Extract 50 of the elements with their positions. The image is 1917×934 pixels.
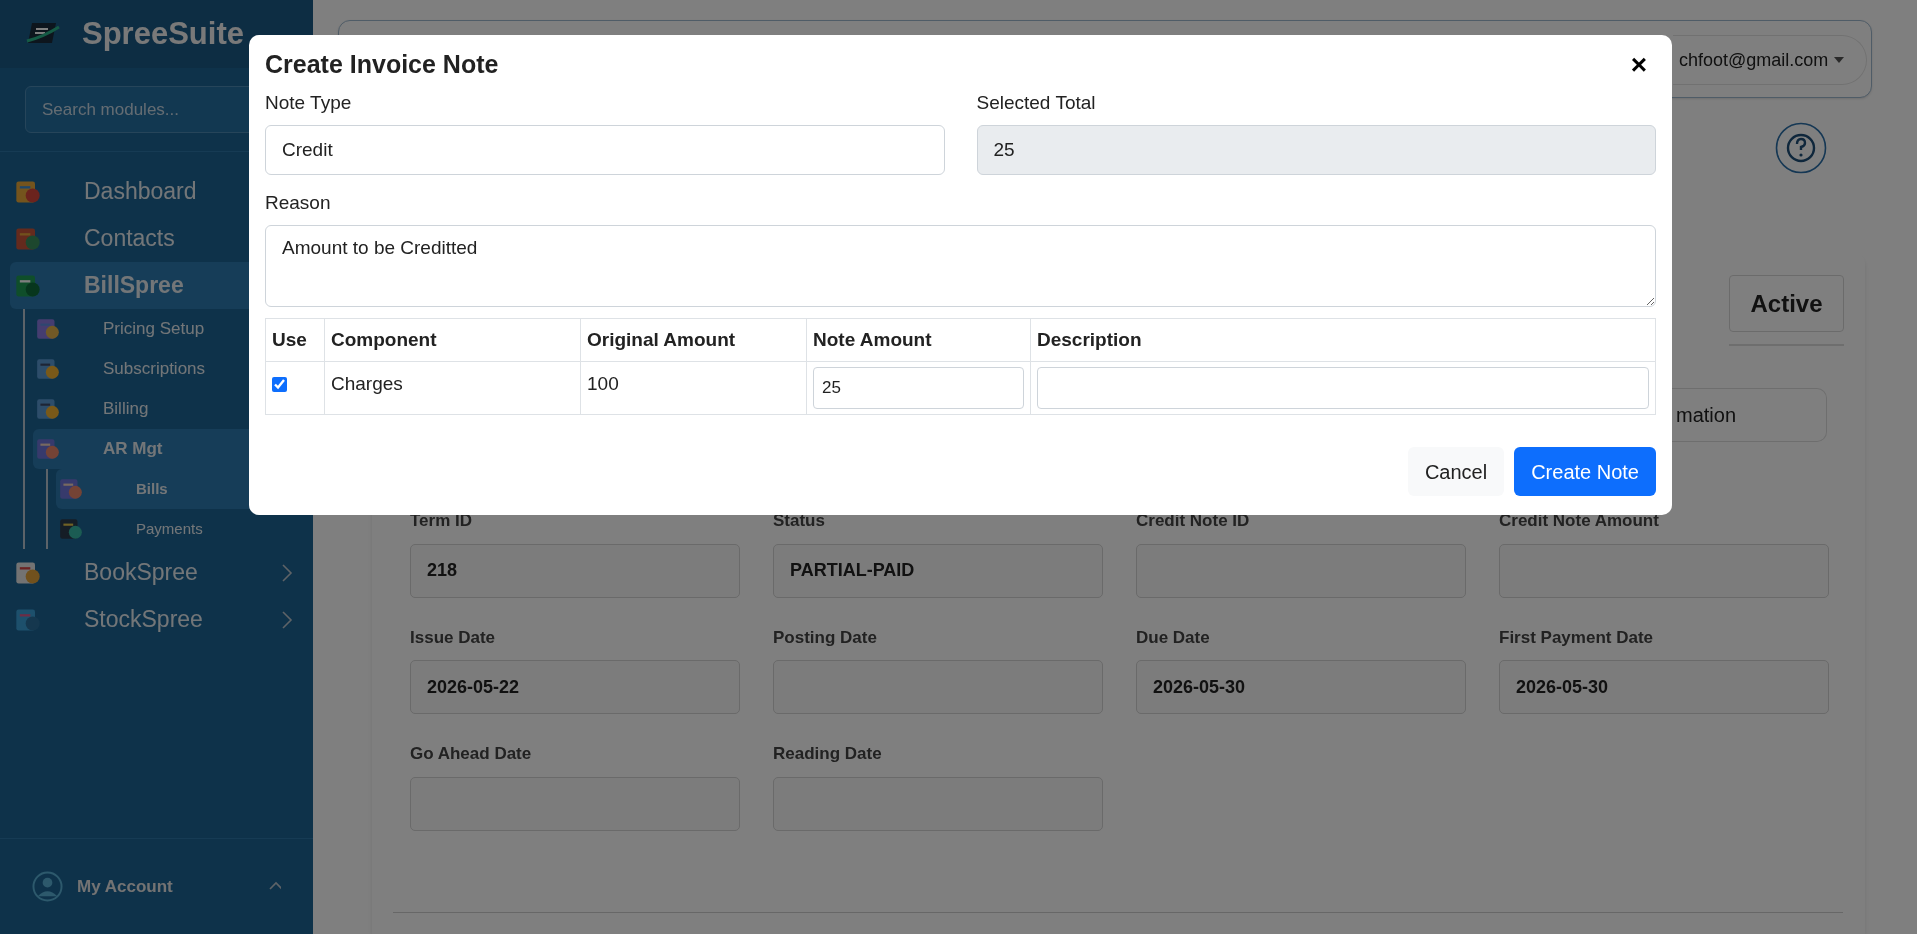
nav-item[interactable]: StockSpree [10,596,303,643]
module-icon [58,516,84,542]
chevron-right-icon [281,609,293,630]
chevron-right-icon [281,562,293,583]
field-label: Credit Note Amount [1499,510,1660,532]
account-label[interactable]: My Account [77,873,255,900]
text-field[interactable]: 2026-05-30 [1499,660,1829,714]
nav-item[interactable]: BookSpree [10,549,303,596]
module-icon [35,436,61,462]
user-avatar-icon [32,871,63,902]
column-header: Use [265,318,325,362]
text-field[interactable]: PARTIAL-PAID [773,543,1103,598]
table-cell: 100 [580,361,807,415]
text-field[interactable]: 2026-05-30 [1136,660,1466,714]
cancel-button[interactable]: Cancel [1407,447,1505,496]
field-label: Reading Date [773,743,883,765]
text-field[interactable]: 2026-05-22 [410,660,740,714]
reason-field[interactable]: Amount to be Creditted [265,225,1656,307]
field-label: First Payment Date [1499,626,1654,649]
text-field[interactable]: 218 [410,543,740,598]
field-label: Issue Date [410,626,497,649]
field-label: Due Date [1136,626,1211,649]
field-label: Selected Total [976,91,1097,113]
column-header: Component [324,318,581,362]
caret-icon [1834,57,1845,63]
field-label: Status [773,510,826,532]
module-icon [58,476,84,502]
use-checkbox[interactable] [272,377,287,392]
note-amount-field[interactable]: 25 [813,367,1024,409]
column-header: Description [1030,318,1656,362]
status-badge: Active [1729,275,1844,332]
help-icon[interactable] [1775,122,1827,174]
module-icon [35,356,61,382]
table-cell: Charges [324,361,581,415]
module-icon [35,316,61,342]
field-label: Go Ahead Date [410,743,533,765]
brand-name: SpreeSuite [82,14,244,53]
nav-item[interactable]: Payments [56,509,303,549]
total-field[interactable]: 25 [976,125,1656,175]
nav-item[interactable]: Billing [33,389,303,429]
create-note-button[interactable]: Create Note [1514,447,1656,496]
column-header: Original Amount [580,318,807,362]
column-header: Note Amount [806,318,1031,362]
field-label: Reason [265,191,332,213]
close-button[interactable]: × [1624,50,1654,80]
modal-title: Create Invoice Note [265,49,499,81]
field-label: Posting Date [773,626,878,649]
note-type-field[interactable]: Credit [265,125,945,175]
description-field[interactable] [1037,367,1649,409]
module-icon [35,396,61,422]
